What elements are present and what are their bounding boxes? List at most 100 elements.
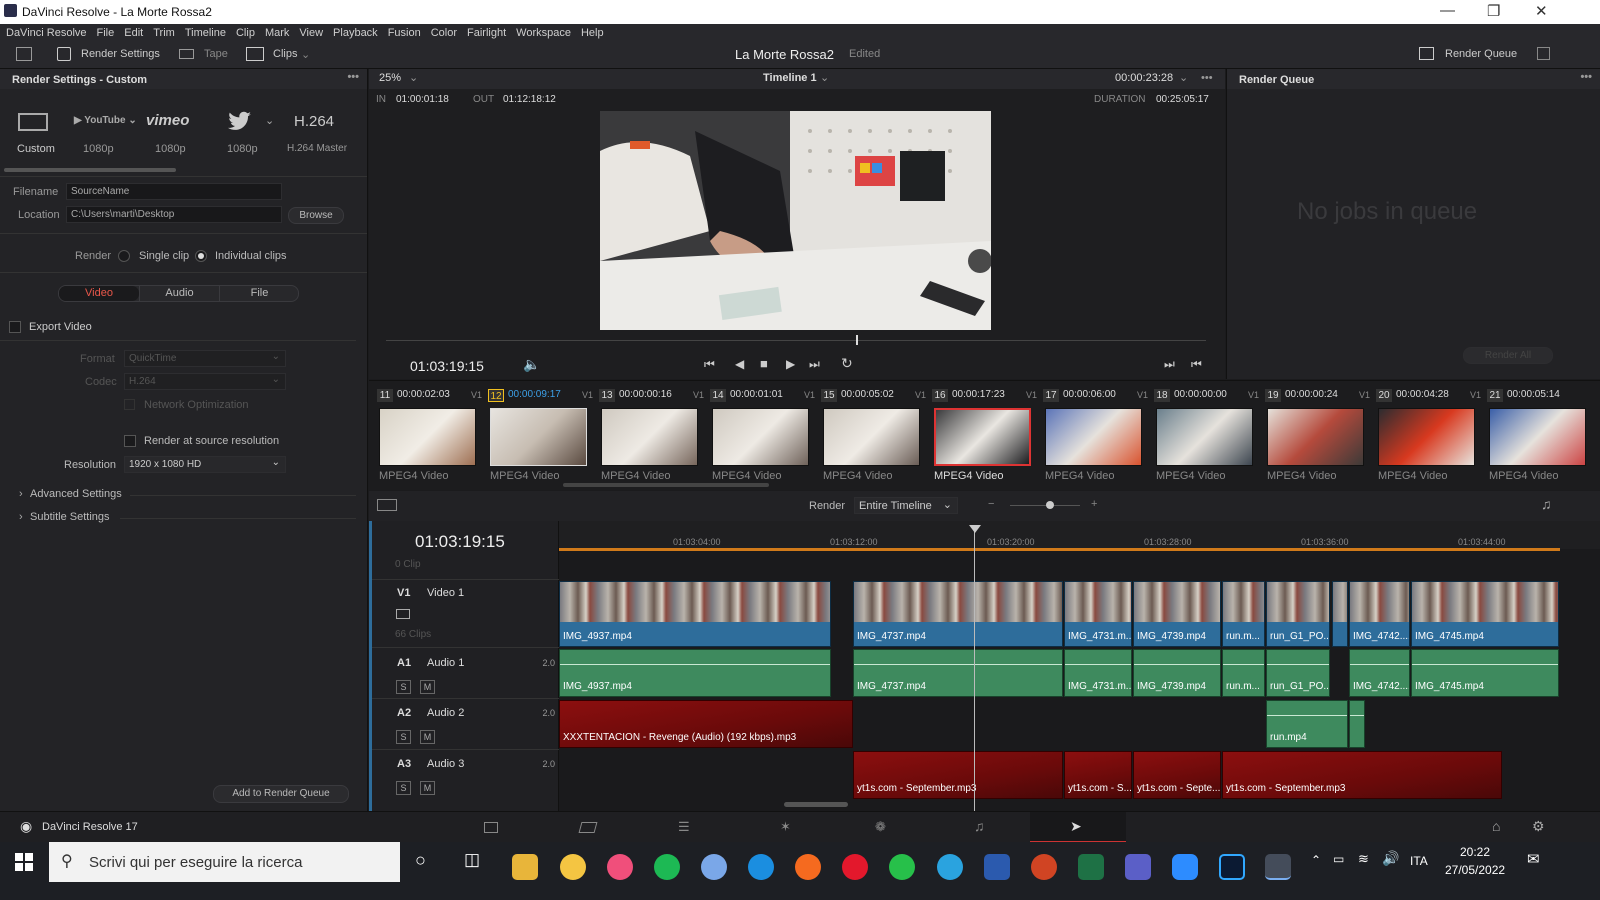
fusion-page-icon[interactable]: ✶ bbox=[780, 819, 791, 835]
whatsapp-icon[interactable] bbox=[889, 854, 915, 880]
render-range-select[interactable]: Entire Timeline ⌄ bbox=[854, 497, 958, 514]
clips-toggle[interactable]: Clips bbox=[273, 48, 297, 60]
go-to-end-icon[interactable]: ⏭ bbox=[809, 357, 820, 372]
preset-h264-name[interactable]: H.264 bbox=[294, 113, 334, 130]
fairlight-page-icon[interactable]: ♫ bbox=[974, 818, 985, 834]
media-page-icon[interactable] bbox=[484, 822, 498, 833]
mute-button[interactable]: M bbox=[420, 680, 435, 694]
prev-edit-icon[interactable]: ⏮ bbox=[1191, 357, 1202, 372]
render-all-button[interactable]: Render All bbox=[1463, 347, 1553, 364]
track-header-a3[interactable]: A3 Audio 3 2.0 S M bbox=[369, 750, 559, 800]
deliver-page-icon[interactable]: ➤ bbox=[1070, 818, 1082, 835]
chevron-down-icon[interactable]: ⌄ bbox=[1179, 71, 1188, 84]
tape-toggle[interactable]: Tape bbox=[204, 48, 228, 60]
format-select[interactable]: QuickTime ⌄ bbox=[124, 350, 286, 367]
wifi-icon[interactable]: ≋ bbox=[1358, 851, 1369, 867]
add-to-render-queue-button[interactable]: Add to Render Queue bbox=[213, 785, 349, 803]
restore-icon[interactable]: ❐ bbox=[1487, 2, 1500, 20]
clip-card[interactable]: 13 00:00:00:16 V1 MPEG4 Video bbox=[595, 385, 706, 482]
clips-scrollbar[interactable] bbox=[563, 483, 769, 487]
menu-clip[interactable]: Clip bbox=[236, 27, 255, 39]
tab-audio[interactable]: Audio bbox=[139, 286, 219, 301]
menu-trim[interactable]: Trim bbox=[153, 27, 175, 39]
browse-button[interactable]: Browse bbox=[288, 207, 344, 224]
video-clip[interactable]: IMG_4937.mp4 bbox=[559, 581, 831, 647]
gear-icon[interactable]: ⚙ bbox=[1532, 818, 1545, 835]
video-clip[interactable]: IMG_4739.mp4 bbox=[1133, 581, 1221, 647]
more-options-icon[interactable]: ••• bbox=[1201, 72, 1213, 84]
video-clip[interactable]: run.m... bbox=[1222, 581, 1265, 647]
scrubber-track[interactable] bbox=[386, 340, 1206, 341]
powerpoint-icon[interactable] bbox=[1031, 854, 1057, 880]
go-to-start-icon[interactable]: ⏮ bbox=[704, 357, 715, 372]
chevron-up-icon[interactable]: ⌃ bbox=[1311, 853, 1321, 867]
video-clip[interactable]: IMG_4745.mp4 bbox=[1411, 581, 1559, 647]
track-header-a1[interactable]: A1 Audio 1 2.0 S M bbox=[369, 648, 559, 698]
cut-page-icon[interactable] bbox=[578, 822, 598, 833]
menu-workspace[interactable]: Workspace bbox=[516, 27, 571, 39]
menu-fairlight[interactable]: Fairlight bbox=[467, 27, 506, 39]
media-pool-icon[interactable] bbox=[16, 47, 32, 61]
mute-button[interactable]: M bbox=[420, 781, 435, 795]
clip-card[interactable]: 18 00:00:00:00 V1 MPEG4 Video bbox=[1150, 385, 1261, 482]
custom-preset-icon[interactable] bbox=[18, 113, 48, 131]
clip-card[interactable]: 19 00:00:00:24 V1 MPEG4 Video bbox=[1261, 385, 1372, 482]
home-icon[interactable]: ⌂ bbox=[1492, 818, 1500, 834]
audio-clip[interactable]: yt1s.com - September.mp3 bbox=[1222, 751, 1502, 799]
menu-file[interactable]: File bbox=[97, 27, 115, 39]
playhead-marker[interactable] bbox=[969, 525, 981, 533]
minimize-icon[interactable]: — bbox=[1440, 2, 1455, 19]
itunes-icon[interactable] bbox=[607, 854, 633, 880]
audio-clip[interactable]: IMG_4739.mp4 bbox=[1133, 649, 1221, 697]
top-timecode[interactable]: 00:00:23:28 bbox=[1115, 72, 1173, 84]
weather-icon[interactable] bbox=[560, 854, 586, 880]
menu-view[interactable]: View bbox=[299, 27, 323, 39]
video-clip[interactable] bbox=[1332, 581, 1348, 647]
zoom-select[interactable]: 25% bbox=[379, 72, 401, 84]
audio-clip[interactable] bbox=[1349, 700, 1365, 748]
menu-fusion[interactable]: Fusion bbox=[388, 27, 421, 39]
scrubber-playhead[interactable] bbox=[856, 335, 858, 345]
task-view-icon[interactable]: ◫ bbox=[464, 850, 480, 870]
menu-help[interactable]: Help bbox=[581, 27, 604, 39]
clock-time[interactable]: 20:22 bbox=[1460, 845, 1490, 859]
mute-button[interactable]: M bbox=[420, 730, 435, 744]
color-page-icon[interactable]: ❁ bbox=[875, 819, 886, 835]
telegram-icon[interactable] bbox=[937, 854, 963, 880]
menu-davinci[interactable]: DaVinci Resolve bbox=[6, 27, 87, 39]
davinci-resolve-taskbar-icon[interactable] bbox=[1265, 854, 1291, 880]
clip-card[interactable]: 20 00:00:04:28 V1 MPEG4 Video bbox=[1372, 385, 1483, 482]
single-clip-radio[interactable] bbox=[118, 250, 130, 262]
video-clip[interactable]: IMG_4737.mp4 bbox=[853, 581, 1063, 647]
audio-clip[interactable]: run.mp4 bbox=[1266, 700, 1348, 748]
preset-custom-label[interactable]: Custom bbox=[17, 143, 55, 155]
chevron-down-icon[interactable]: ⌄ bbox=[820, 71, 829, 84]
render-settings-icon[interactable] bbox=[57, 47, 71, 61]
chevron-down-icon[interactable]: ⌄ bbox=[301, 48, 310, 61]
file-explorer-icon[interactable] bbox=[512, 854, 538, 880]
timeline-select[interactable]: Timeline 1 bbox=[763, 72, 817, 84]
chevron-down-icon[interactable]: ⌄ bbox=[409, 71, 418, 84]
photoshop-icon[interactable] bbox=[1219, 854, 1245, 880]
stop-icon[interactable]: ■ bbox=[760, 356, 768, 371]
clip-card[interactable]: 15 00:00:05:02 V1 MPEG4 Video bbox=[817, 385, 928, 482]
notification-icon[interactable]: ✉ bbox=[1527, 850, 1540, 868]
menu-playback[interactable]: Playback bbox=[333, 27, 378, 39]
audio-clip[interactable]: run_G1_PO... bbox=[1266, 649, 1330, 697]
battery-icon[interactable]: ▭ bbox=[1333, 852, 1344, 866]
export-video-checkbox[interactable] bbox=[9, 321, 21, 333]
render-settings-toggle[interactable]: Render Settings bbox=[81, 48, 160, 60]
audio-clip[interactable]: run.m... bbox=[1222, 649, 1265, 697]
firefox-icon[interactable] bbox=[795, 854, 821, 880]
audio-clip[interactable]: IMG_4745.mp4 bbox=[1411, 649, 1559, 697]
word-icon[interactable] bbox=[984, 854, 1010, 880]
network-opt-checkbox[interactable] bbox=[124, 399, 135, 410]
more-options-icon[interactable]: ••• bbox=[1580, 71, 1592, 83]
next-edit-icon[interactable]: ⏭ bbox=[1164, 357, 1175, 372]
zoom-icon[interactable] bbox=[1172, 854, 1198, 880]
windows-start-icon[interactable] bbox=[15, 853, 33, 871]
location-field[interactable]: C:\Users\marti\Desktop bbox=[66, 206, 282, 223]
menu-edit[interactable]: Edit bbox=[124, 27, 143, 39]
timeline-view-icon[interactable] bbox=[377, 499, 397, 511]
chevron-right-icon[interactable]: › bbox=[19, 511, 23, 523]
